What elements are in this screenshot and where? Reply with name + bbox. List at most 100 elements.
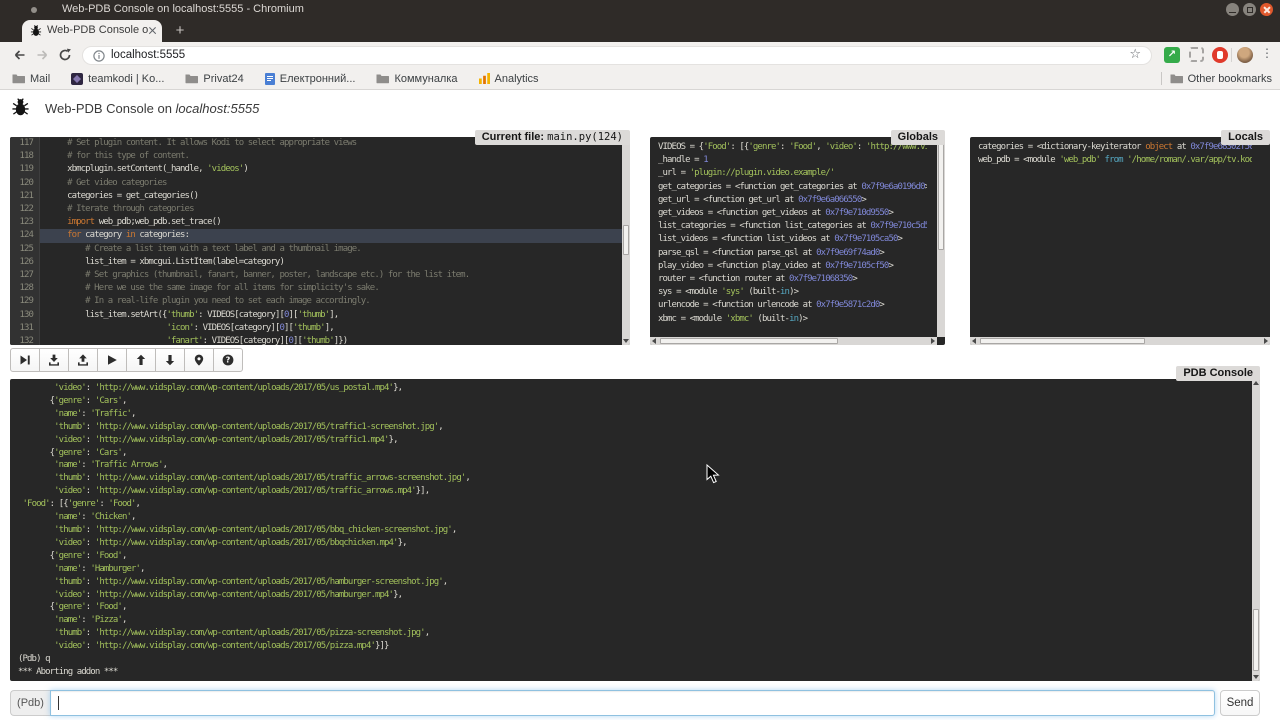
code-line: 119 xbmcplugin.setContent(_handle, 'vide… bbox=[10, 163, 622, 176]
console-line: 'name': 'Hamburger', bbox=[18, 563, 1242, 576]
locals-horizontal-scrollbar[interactable] bbox=[970, 337, 1270, 345]
mouse-cursor bbox=[706, 464, 720, 484]
bookmarks-bar: Mail teamkodi | Ko... Privat24 Електронн… bbox=[0, 68, 1280, 90]
console-line: 'video': 'http://www.vidsplay.com/wp-con… bbox=[18, 434, 1242, 447]
send-button[interactable]: Send bbox=[1220, 690, 1260, 716]
console-output: 'video': 'http://www.vidsplay.com/wp-con… bbox=[18, 382, 1242, 677]
code-line: 126 list_item = xbmcgui.ListItem(label=c… bbox=[10, 256, 622, 269]
bookmark-electronic[interactable]: Електронний... bbox=[265, 73, 356, 85]
console-line: {'genre': 'Food', bbox=[18, 550, 1242, 563]
console-line: 'thumb': 'http://www.vidsplay.com/wp-con… bbox=[18, 627, 1242, 640]
console-line: 'Food': [{'genre': 'Food', bbox=[18, 498, 1242, 511]
code-line: 131 'icon': VIDEOS[category][0]['thumb']… bbox=[10, 322, 622, 335]
other-bookmarks-button[interactable]: Other bookmarks bbox=[1170, 73, 1272, 85]
browser-menu-icon[interactable]: ⋮ bbox=[1261, 46, 1273, 60]
console-line: 'name': 'Traffic', bbox=[18, 408, 1242, 421]
bookmark-teamkodi[interactable]: teamkodi | Ko... bbox=[71, 73, 164, 85]
new-tab-button[interactable]: + bbox=[170, 21, 190, 41]
variable-line: play_video = <function play_video at 0x7… bbox=[658, 260, 927, 273]
globals-horizontal-scrollbar[interactable] bbox=[650, 337, 937, 345]
browser-toolbar: localhost:5555 ☆ ↗ ⋮ bbox=[0, 42, 1280, 68]
extension-icon-green[interactable]: ↗ bbox=[1164, 47, 1180, 63]
window-close-button[interactable] bbox=[1260, 3, 1273, 16]
console-line: 'thumb': 'http://www.vidsplay.com/wp-con… bbox=[18, 524, 1242, 537]
bookmark-kommunalka[interactable]: Коммуналка bbox=[376, 73, 457, 85]
page-info-icon[interactable] bbox=[93, 50, 105, 62]
url-text[interactable]: localhost:5555 bbox=[111, 49, 185, 61]
document-icon bbox=[265, 73, 275, 85]
globals-vertical-scrollbar[interactable] bbox=[937, 137, 945, 337]
bookmarks-divider bbox=[1161, 72, 1162, 85]
window-minimize-button[interactable] bbox=[1226, 3, 1239, 16]
code-line: 120 # Get video categories bbox=[10, 177, 622, 190]
console-line: 'video': 'http://www.vidsplay.com/wp-con… bbox=[18, 589, 1242, 602]
console-line: 'thumb': 'http://www.vidsplay.com/wp-con… bbox=[18, 421, 1242, 434]
console-line: 'video': 'http://www.vidsplay.com/wp-con… bbox=[18, 537, 1242, 550]
code-line: 125 # Create a list item with a text lab… bbox=[10, 243, 622, 256]
pdb-console-label: PDB Console bbox=[1176, 366, 1260, 381]
analytics-chart-icon bbox=[479, 73, 490, 84]
folder-icon bbox=[376, 73, 389, 84]
code-line: 130 list_item.setArt({'thumb': VIDEOS[ca… bbox=[10, 309, 622, 322]
variable-line: xbmc = <module 'xbmc' (built-in)> bbox=[658, 313, 927, 326]
code-line: 124 for category in categories: bbox=[10, 229, 622, 242]
forward-icon[interactable] bbox=[36, 48, 50, 62]
help-icon: ? bbox=[222, 354, 234, 366]
back-icon[interactable] bbox=[12, 48, 26, 62]
address-bar[interactable]: localhost:5555 ☆ bbox=[82, 46, 1152, 65]
console-line: {'genre': 'Cars', bbox=[18, 395, 1242, 408]
extension-icon-gray[interactable] bbox=[1189, 47, 1204, 62]
bookmark-star-icon[interactable]: ☆ bbox=[1129, 47, 1141, 62]
pdb-prompt-label: (Pdb) bbox=[10, 690, 50, 716]
variable-line: get_videos = <function get_videos at 0x7… bbox=[658, 207, 927, 220]
code-line: 129 # In a real-life plugin you need to … bbox=[10, 295, 622, 308]
variable-line: parse_qsl = <function parse_qsl at 0x7f9… bbox=[658, 247, 927, 260]
bookmark-mail[interactable]: Mail bbox=[12, 73, 50, 85]
window-title: Web-PDB Console on localhost:5555 - Chro… bbox=[62, 3, 304, 15]
pdb-prompt-row: (Pdb) Send bbox=[10, 690, 1260, 716]
code-line: 123 import web_pdb;web_pdb.set_trace() bbox=[10, 216, 622, 229]
bookmark-analytics[interactable]: Analytics bbox=[479, 73, 539, 85]
code-lines: 117 # Set plugin content. It allows Kodi… bbox=[10, 137, 622, 345]
folder-icon bbox=[12, 73, 25, 84]
console-line: 'name': 'Chicken', bbox=[18, 511, 1242, 524]
reload-icon[interactable] bbox=[58, 48, 72, 62]
locals-lines: categories = <dictionary-keyiterator obj… bbox=[978, 141, 1252, 333]
text-caret bbox=[58, 696, 59, 710]
variable-line: VIDEOS = {'Food': [{'genre': 'Food', 'vi… bbox=[658, 141, 927, 154]
globals-view: VIDEOS = {'Food': [{'genre': 'Food', 'vi… bbox=[650, 137, 945, 345]
variable-line: web_pdb = <module 'web_pdb' from '/home/… bbox=[978, 154, 1252, 167]
extension-icon-red[interactable] bbox=[1212, 47, 1228, 63]
bookmark-privat24[interactable]: Privat24 bbox=[185, 73, 243, 85]
code-line: 128 # Here we use the same image for all… bbox=[10, 282, 622, 295]
folder-icon bbox=[1170, 73, 1183, 84]
browser-tab[interactable]: Web-PDB Console on loca bbox=[22, 20, 162, 42]
console-line: {'genre': 'Cars', bbox=[18, 447, 1242, 460]
map-marker-icon bbox=[193, 354, 205, 366]
pdb-console-view: 'video': 'http://www.vidsplay.com/wp-con… bbox=[10, 379, 1260, 681]
kodi-icon bbox=[71, 73, 83, 85]
svg-text:?: ? bbox=[226, 356, 231, 365]
variable-line: list_videos = <function list_videos at 0… bbox=[658, 233, 927, 246]
variable-line: get_categories = <function get_categorie… bbox=[658, 181, 927, 194]
code-line: 118 # for this type of content. bbox=[10, 150, 622, 163]
step-into-icon bbox=[48, 354, 60, 366]
variable-line: urlencode = <function urlencode at 0x7f9… bbox=[658, 299, 927, 312]
tab-title: Web-PDB Console on loca bbox=[47, 24, 149, 36]
profile-avatar[interactable] bbox=[1237, 47, 1253, 63]
toolbar-divider bbox=[1231, 48, 1232, 62]
window-maximize-button[interactable] bbox=[1243, 3, 1256, 16]
console-vertical-scrollbar[interactable] bbox=[1252, 379, 1260, 681]
arrow-up-icon bbox=[135, 354, 147, 366]
app-indicator-dot bbox=[31, 7, 37, 13]
globals-label: Globals bbox=[891, 130, 945, 145]
pdb-command-input[interactable] bbox=[50, 690, 1215, 716]
console-line: 'name': 'Pizza', bbox=[18, 614, 1242, 627]
code-vertical-scrollbar[interactable] bbox=[622, 137, 630, 345]
variable-line: router = <function router at 0x7f9e71068… bbox=[658, 273, 927, 286]
tab-close-icon[interactable] bbox=[147, 26, 157, 36]
console-line: 'video': 'http://www.vidsplay.com/wp-con… bbox=[18, 640, 1242, 653]
tab-strip: Web-PDB Console on loca + bbox=[0, 20, 1280, 42]
web-pdb-bug-icon bbox=[11, 98, 30, 117]
variable-line: categories = <dictionary-keyiterator obj… bbox=[978, 141, 1252, 154]
